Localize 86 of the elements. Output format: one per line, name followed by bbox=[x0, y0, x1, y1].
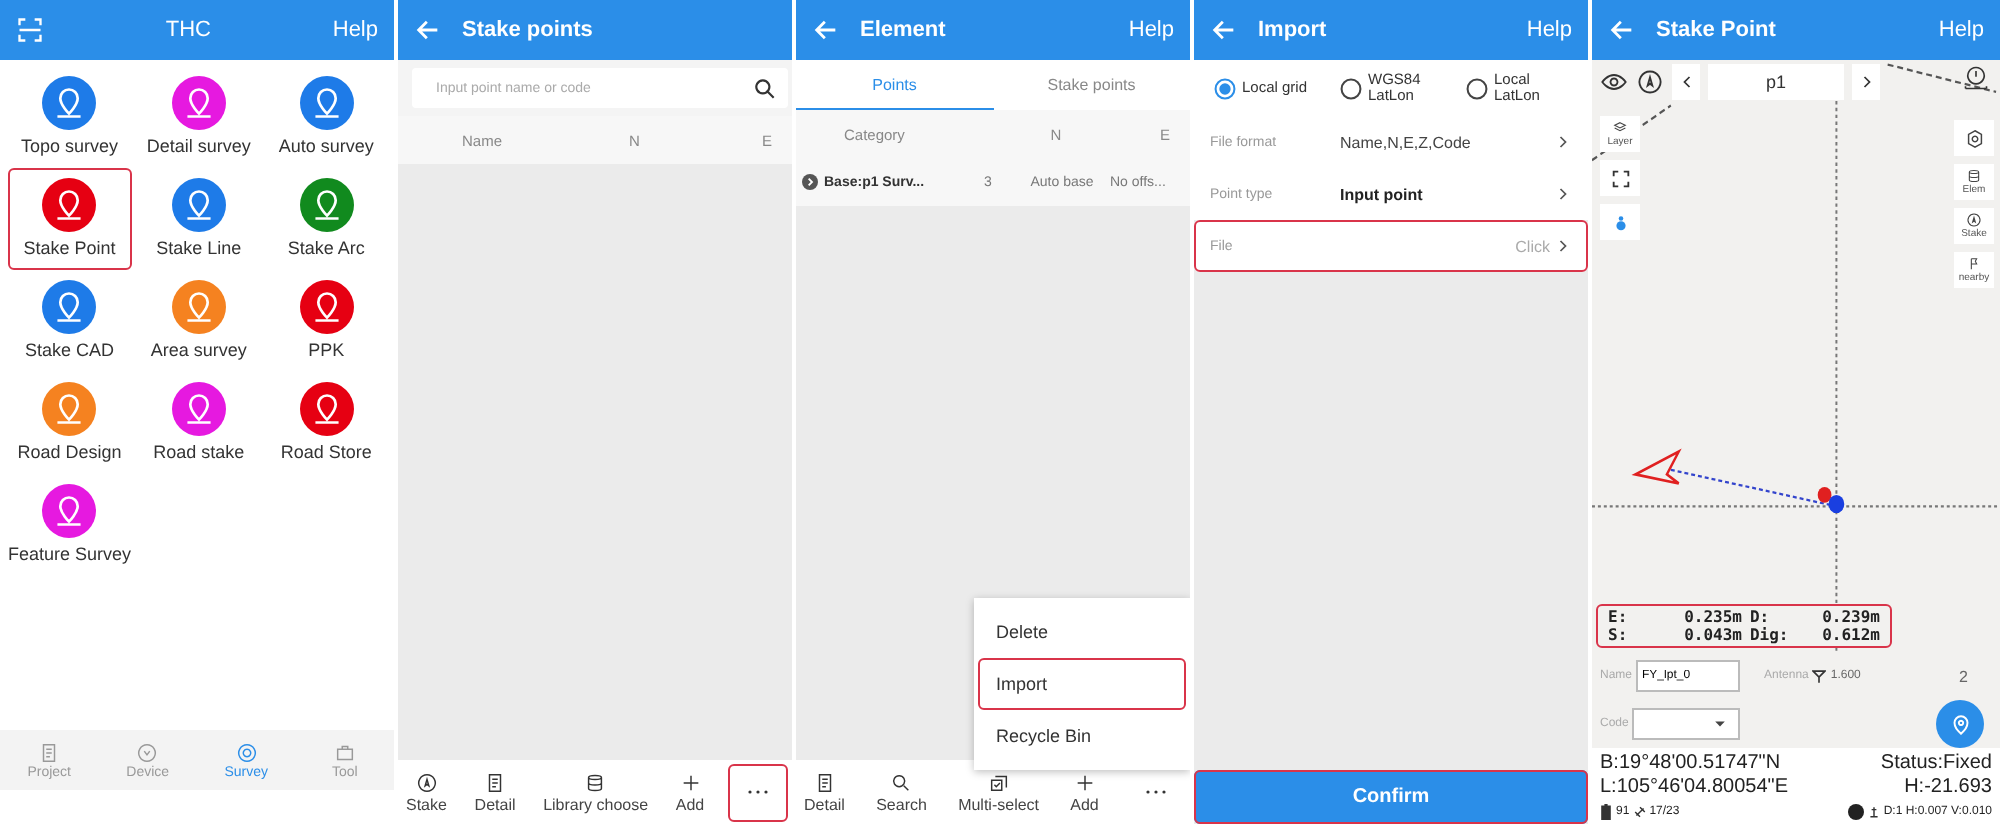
back-icon[interactable] bbox=[1210, 16, 1238, 44]
module-tile[interactable]: Stake CAD bbox=[8, 270, 132, 372]
compass-icon bbox=[415, 771, 438, 793]
document-icon bbox=[484, 771, 507, 793]
module-tile[interactable]: Auto survey bbox=[266, 66, 386, 168]
toolbar-button[interactable]: Detail bbox=[470, 771, 520, 813]
module-tile[interactable]: Road Store bbox=[266, 372, 386, 474]
database-icon bbox=[584, 771, 607, 793]
page-title: Import bbox=[1258, 18, 1329, 42]
more-button[interactable] bbox=[727, 763, 788, 821]
page-title: Stake points bbox=[462, 18, 595, 42]
page-title: Element bbox=[860, 18, 948, 42]
chevron-right-icon bbox=[1558, 238, 1568, 254]
back-icon[interactable] bbox=[812, 16, 840, 44]
plus-icon bbox=[679, 771, 701, 793]
chevron-right-icon bbox=[1861, 74, 1871, 90]
back-icon[interactable] bbox=[1608, 16, 1636, 44]
layers-icon bbox=[1612, 120, 1628, 136]
back-icon[interactable] bbox=[414, 16, 442, 44]
menu-item[interactable]: Import bbox=[978, 658, 1186, 710]
toolbar-button[interactable]: Multi-select bbox=[954, 771, 1044, 813]
record-icon bbox=[1847, 804, 1864, 820]
document-icon bbox=[813, 771, 836, 793]
module-tile[interactable]: Road stake bbox=[139, 372, 259, 474]
code-dropdown[interactable] bbox=[1632, 708, 1741, 740]
toolbar-button[interactable]: Detail bbox=[800, 771, 849, 813]
dial-icon bbox=[136, 741, 159, 763]
multi-select-icon bbox=[987, 771, 1010, 793]
caret-icon bbox=[1714, 720, 1727, 728]
module-tile[interactable]: Stake Point bbox=[8, 168, 132, 270]
module-tile[interactable]: Feature Survey bbox=[8, 474, 132, 576]
longitude: L:105°46'04.80054"E bbox=[1600, 776, 1788, 798]
toolbar-button[interactable]: Library choose bbox=[539, 771, 653, 813]
satellite-icon bbox=[1633, 804, 1646, 820]
chevron-right-icon bbox=[1558, 186, 1568, 202]
toolbox-icon bbox=[333, 741, 356, 763]
latitude: B:19°48'00.51747"N bbox=[1600, 752, 1781, 774]
settings-icon bbox=[1963, 127, 1985, 149]
compass-icon[interactable] bbox=[1636, 68, 1664, 96]
fullscreen-icon bbox=[1609, 167, 1631, 189]
radio-button[interactable] bbox=[1340, 77, 1362, 99]
page-title: Stake Point bbox=[1656, 18, 1778, 42]
point-count: 2 bbox=[1959, 667, 1968, 685]
position-marker bbox=[1828, 494, 1845, 514]
stake-readout: E: 0.235m D: 0.239m S: 0.043m Dig: 0.612m bbox=[1596, 604, 1892, 648]
scale-icon bbox=[1962, 64, 1990, 92]
radio-button[interactable] bbox=[1466, 77, 1488, 99]
point-name: p1 bbox=[1708, 64, 1844, 100]
radio-button[interactable] bbox=[1214, 77, 1236, 99]
stake-fab[interactable] bbox=[1936, 700, 1984, 748]
point-marker bbox=[1817, 486, 1832, 503]
toolbar-button[interactable]: Stake bbox=[402, 771, 451, 813]
module-tile[interactable]: Road Design bbox=[8, 372, 132, 474]
module-tile[interactable]: Stake Line bbox=[139, 168, 259, 270]
module-tile[interactable]: Topo survey bbox=[8, 66, 132, 168]
antenna-icon bbox=[1812, 669, 1827, 683]
arrow-marker bbox=[1631, 448, 1682, 485]
height-value: H:-21.693 bbox=[1904, 776, 1992, 798]
database-icon bbox=[1966, 168, 1982, 184]
compass-icon bbox=[1966, 212, 1982, 228]
more-icon bbox=[745, 788, 770, 796]
module-tile[interactable]: PPK bbox=[266, 270, 386, 372]
tab[interactable]: Stake points bbox=[993, 60, 1190, 110]
chevron-left-icon bbox=[1681, 74, 1691, 90]
menu-item[interactable]: Recycle Bin bbox=[978, 710, 1186, 762]
battery-icon bbox=[1600, 804, 1612, 820]
document-icon bbox=[38, 741, 61, 763]
scan-icon[interactable] bbox=[16, 16, 44, 44]
settings-button[interactable] bbox=[1954, 120, 1994, 156]
search-icon bbox=[890, 771, 913, 793]
target-icon bbox=[235, 741, 258, 763]
fullscreen-button[interactable] bbox=[1600, 160, 1640, 196]
module-tile[interactable]: Area survey bbox=[139, 270, 259, 372]
expand-icon[interactable] bbox=[802, 174, 818, 190]
toolbar-button[interactable]: Search bbox=[872, 771, 931, 813]
module-tile[interactable]: Detail survey bbox=[139, 66, 259, 168]
fix-status: Status:Fixed bbox=[1880, 752, 1992, 774]
plus-icon bbox=[1073, 771, 1096, 793]
toolbar-button[interactable]: Add bbox=[1066, 771, 1103, 813]
toolbar-button[interactable]: Add bbox=[671, 771, 709, 813]
chevron-right-icon bbox=[1558, 134, 1568, 150]
antenna-icon bbox=[1867, 804, 1880, 820]
app-title: THC bbox=[163, 18, 213, 42]
module-tile[interactable]: Stake Arc bbox=[266, 168, 386, 270]
more-icon bbox=[1144, 788, 1168, 796]
menu-item[interactable]: Delete bbox=[978, 606, 1186, 658]
